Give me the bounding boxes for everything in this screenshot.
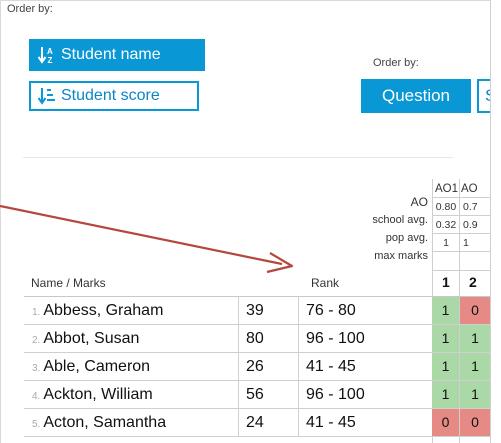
annotation-arrow-icon [0,204,294,274]
